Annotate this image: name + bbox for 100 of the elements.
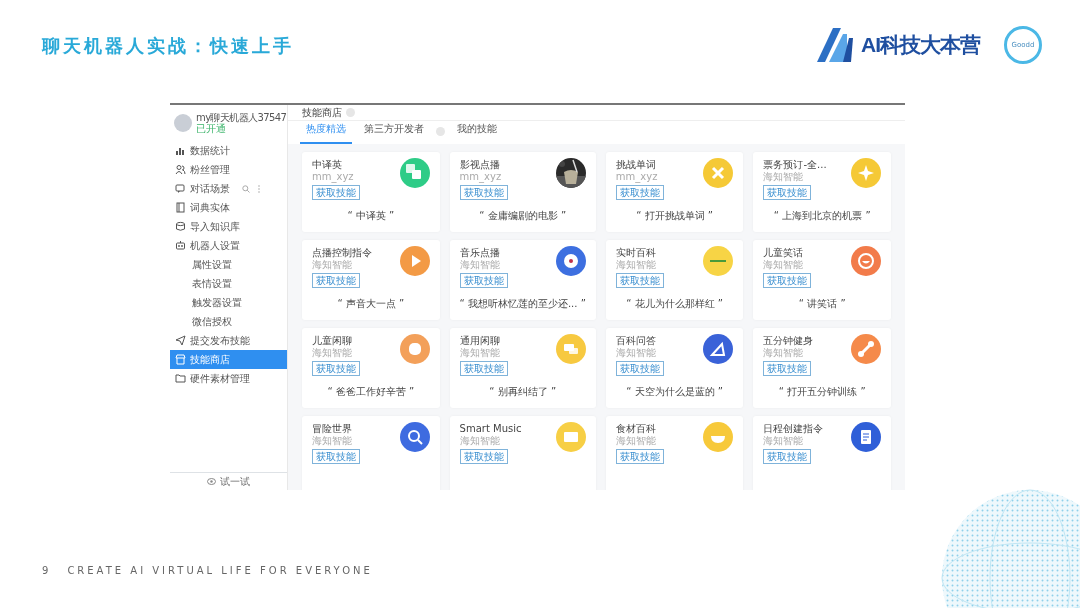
book-icon bbox=[175, 202, 186, 213]
example-utterance: “ 打开五分钟训练 ” bbox=[777, 385, 867, 399]
get-skill-button[interactable]: 获取技能 bbox=[459, 449, 508, 464]
skill-title: 点播控制指令 bbox=[312, 246, 372, 259]
skill-title: 五分钟健身 bbox=[763, 334, 814, 347]
folder-icon bbox=[175, 373, 186, 384]
skill-author: 海知智能 bbox=[763, 435, 804, 447]
skill-card[interactable]: 五分钟健身 海知智能 获取技能 “ 打开五分钟训练 ” bbox=[753, 328, 891, 408]
skill-title: 中译英 bbox=[312, 158, 342, 171]
sidebar-item[interactable]: 对话场景 bbox=[170, 179, 287, 198]
tab[interactable]: 第三方开发者 bbox=[358, 121, 430, 144]
get-skill-button[interactable]: 获取技能 bbox=[459, 273, 508, 288]
store-icon bbox=[175, 354, 186, 365]
example-utterance: “ 上海到北京的机票 ” bbox=[772, 209, 872, 223]
skill-card[interactable]: 中译英 mm_xyz 获取技能 “ 中译英 ” bbox=[302, 152, 440, 232]
skill-card[interactable]: 儿童笑话 海知智能 获取技能 “ 讲笑话 ” bbox=[753, 240, 891, 320]
get-skill-button[interactable]: 获取技能 bbox=[312, 361, 360, 376]
example-utterance: “ 中译英 ” bbox=[346, 209, 396, 223]
logo-text: AI科技大本营 bbox=[861, 32, 980, 59]
skill-title: 食材百科 bbox=[615, 422, 656, 435]
example-utterance: “ 声音大一点 ” bbox=[336, 297, 406, 311]
skill-card[interactable]: 食材百科 海知智能 获取技能 bbox=[605, 416, 744, 490]
skill-author: 海知智能 bbox=[312, 259, 352, 271]
skill-author: 海知智能 bbox=[312, 347, 352, 359]
sidebar-item[interactable]: 触发器设置 bbox=[170, 293, 287, 312]
example-utterance: “ 爸爸工作好辛苦 ” bbox=[326, 385, 416, 399]
avatar-icon bbox=[174, 114, 192, 132]
skill-author: 海知智能 bbox=[312, 435, 352, 447]
skill-card[interactable]: 冒险世界 海知智能 获取技能 bbox=[302, 416, 440, 490]
skill-card[interactable]: 票务预订-全... 海知智能 获取技能 “ 上海到北京的机票 ” bbox=[753, 152, 891, 232]
skill-author: 海知智能 bbox=[763, 171, 804, 183]
get-skill-button[interactable]: 获取技能 bbox=[763, 361, 812, 376]
help-icon[interactable] bbox=[346, 108, 355, 117]
skill-title: 实时百科 bbox=[615, 246, 656, 259]
skill-card[interactable]: 影视点播 mm_xyz 获取技能 “ 金庸编剧的电影 ” bbox=[449, 152, 596, 232]
sidebar-item[interactable]: 词典实体 bbox=[170, 198, 287, 217]
skill-title: 儿童笑话 bbox=[763, 246, 804, 259]
get-skill-button[interactable]: 获取技能 bbox=[312, 273, 360, 288]
skill-card[interactable]: 日程创建指令 海知智能 获取技能 bbox=[753, 416, 891, 490]
logo-mark-icon bbox=[817, 28, 853, 62]
example-utterance: “ 打开挑战单词 ” bbox=[635, 209, 714, 223]
get-skill-button[interactable]: 获取技能 bbox=[763, 449, 812, 464]
skill-card[interactable]: 音乐点播 海知智能 获取技能 “ 我想听林忆莲的至少还... ” bbox=[449, 240, 596, 320]
send-icon bbox=[175, 335, 186, 346]
skill-card[interactable]: 点播控制指令 海知智能 获取技能 “ 声音大一点 ” bbox=[302, 240, 440, 320]
get-skill-button[interactable]: 获取技能 bbox=[615, 361, 664, 376]
sidebar-item[interactable]: 机器人设置 bbox=[170, 236, 287, 255]
slide-title: 聊天机器人实战：快速上手 bbox=[42, 33, 294, 58]
example-utterance: “ 别再纠结了 ” bbox=[488, 385, 558, 399]
database-icon bbox=[175, 221, 186, 232]
skill-card[interactable]: 百科问答 海知智能 获取技能 “ 天空为什么是蓝的 ” bbox=[605, 328, 744, 408]
skill-title: 音乐点播 bbox=[459, 246, 500, 259]
get-skill-button[interactable]: 获取技能 bbox=[615, 185, 664, 200]
get-skill-button[interactable]: 获取技能 bbox=[615, 449, 664, 464]
get-skill-button[interactable]: 获取技能 bbox=[763, 185, 812, 200]
people-icon bbox=[175, 164, 186, 175]
get-skill-button[interactable]: 获取技能 bbox=[763, 273, 812, 288]
skill-card[interactable]: 通用闲聊 海知智能 获取技能 “ 别再纠结了 ” bbox=[449, 328, 596, 408]
sidebar-item[interactable]: 导入知识库 bbox=[170, 217, 287, 236]
skill-author: mm_xyz bbox=[615, 171, 658, 183]
skill-author: mm_xyz bbox=[459, 171, 502, 183]
get-skill-button[interactable]: 获取技能 bbox=[459, 185, 508, 200]
example-utterance: “ 花儿为什么那样红 ” bbox=[625, 297, 724, 311]
sidebar-item[interactable]: 粉丝管理 bbox=[170, 160, 287, 179]
sidebar-item[interactable]: 表情设置 bbox=[170, 274, 287, 293]
get-skill-button[interactable]: 获取技能 bbox=[459, 361, 508, 376]
skill-card[interactable]: 实时百科 海知智能 获取技能 “ 花儿为什么那样红 ” bbox=[605, 240, 744, 320]
chart-icon bbox=[175, 145, 186, 156]
skill-author: 海知智能 bbox=[615, 347, 656, 359]
get-skill-button[interactable]: 获取技能 bbox=[312, 185, 360, 200]
tab[interactable]: 我的技能 bbox=[451, 121, 503, 144]
skill-title: 冒险世界 bbox=[312, 422, 352, 435]
get-skill-button[interactable]: 获取技能 bbox=[312, 449, 360, 464]
skill-title: 挑战单词 bbox=[615, 158, 656, 171]
page-header: 技能商店 bbox=[302, 106, 342, 120]
skill-title: 日程创建指令 bbox=[763, 422, 824, 435]
sidebar-item[interactable]: 数据统计 bbox=[170, 141, 287, 160]
sidebar-item[interactable]: 硬件素材管理 bbox=[170, 369, 287, 388]
example-utterance: “ 我想听林忆莲的至少还... ” bbox=[459, 297, 586, 311]
skill-author: 海知智能 bbox=[615, 435, 656, 447]
skill-title: 票务预订-全... bbox=[763, 158, 827, 171]
tab[interactable]: 热度精选 bbox=[300, 121, 352, 144]
skill-author: 海知智能 bbox=[459, 259, 500, 271]
sidebar-item[interactable]: 属性设置 bbox=[170, 255, 287, 274]
skill-card[interactable]: 挑战单词 mm_xyz 获取技能 “ 打开挑战单词 ” bbox=[605, 152, 744, 232]
skill-author: 海知智能 bbox=[615, 259, 656, 271]
count-dot-icon bbox=[436, 127, 445, 136]
skill-author: 海知智能 bbox=[459, 435, 500, 447]
example-utterance: “ 天空为什么是蓝的 ” bbox=[625, 385, 724, 399]
skill-title: Smart Music bbox=[459, 422, 522, 435]
try-link[interactable]: 试一试 bbox=[220, 474, 250, 489]
sidebar-item[interactable]: 微信授权 bbox=[170, 312, 287, 331]
get-skill-button[interactable]: 获取技能 bbox=[615, 273, 664, 288]
skill-title: 影视点播 bbox=[459, 158, 500, 171]
search-icon[interactable] bbox=[242, 184, 250, 193]
skill-card[interactable]: 儿童闲聊 海知智能 获取技能 “ 爸爸工作好辛苦 ” bbox=[302, 328, 440, 408]
skill-title: 通用闲聊 bbox=[459, 334, 500, 347]
skill-author: 海知智能 bbox=[763, 347, 804, 359]
sidebar-item[interactable]: 提交发布技能 bbox=[170, 331, 287, 350]
skill-card[interactable]: Smart Music 海知智能 获取技能 bbox=[449, 416, 596, 490]
